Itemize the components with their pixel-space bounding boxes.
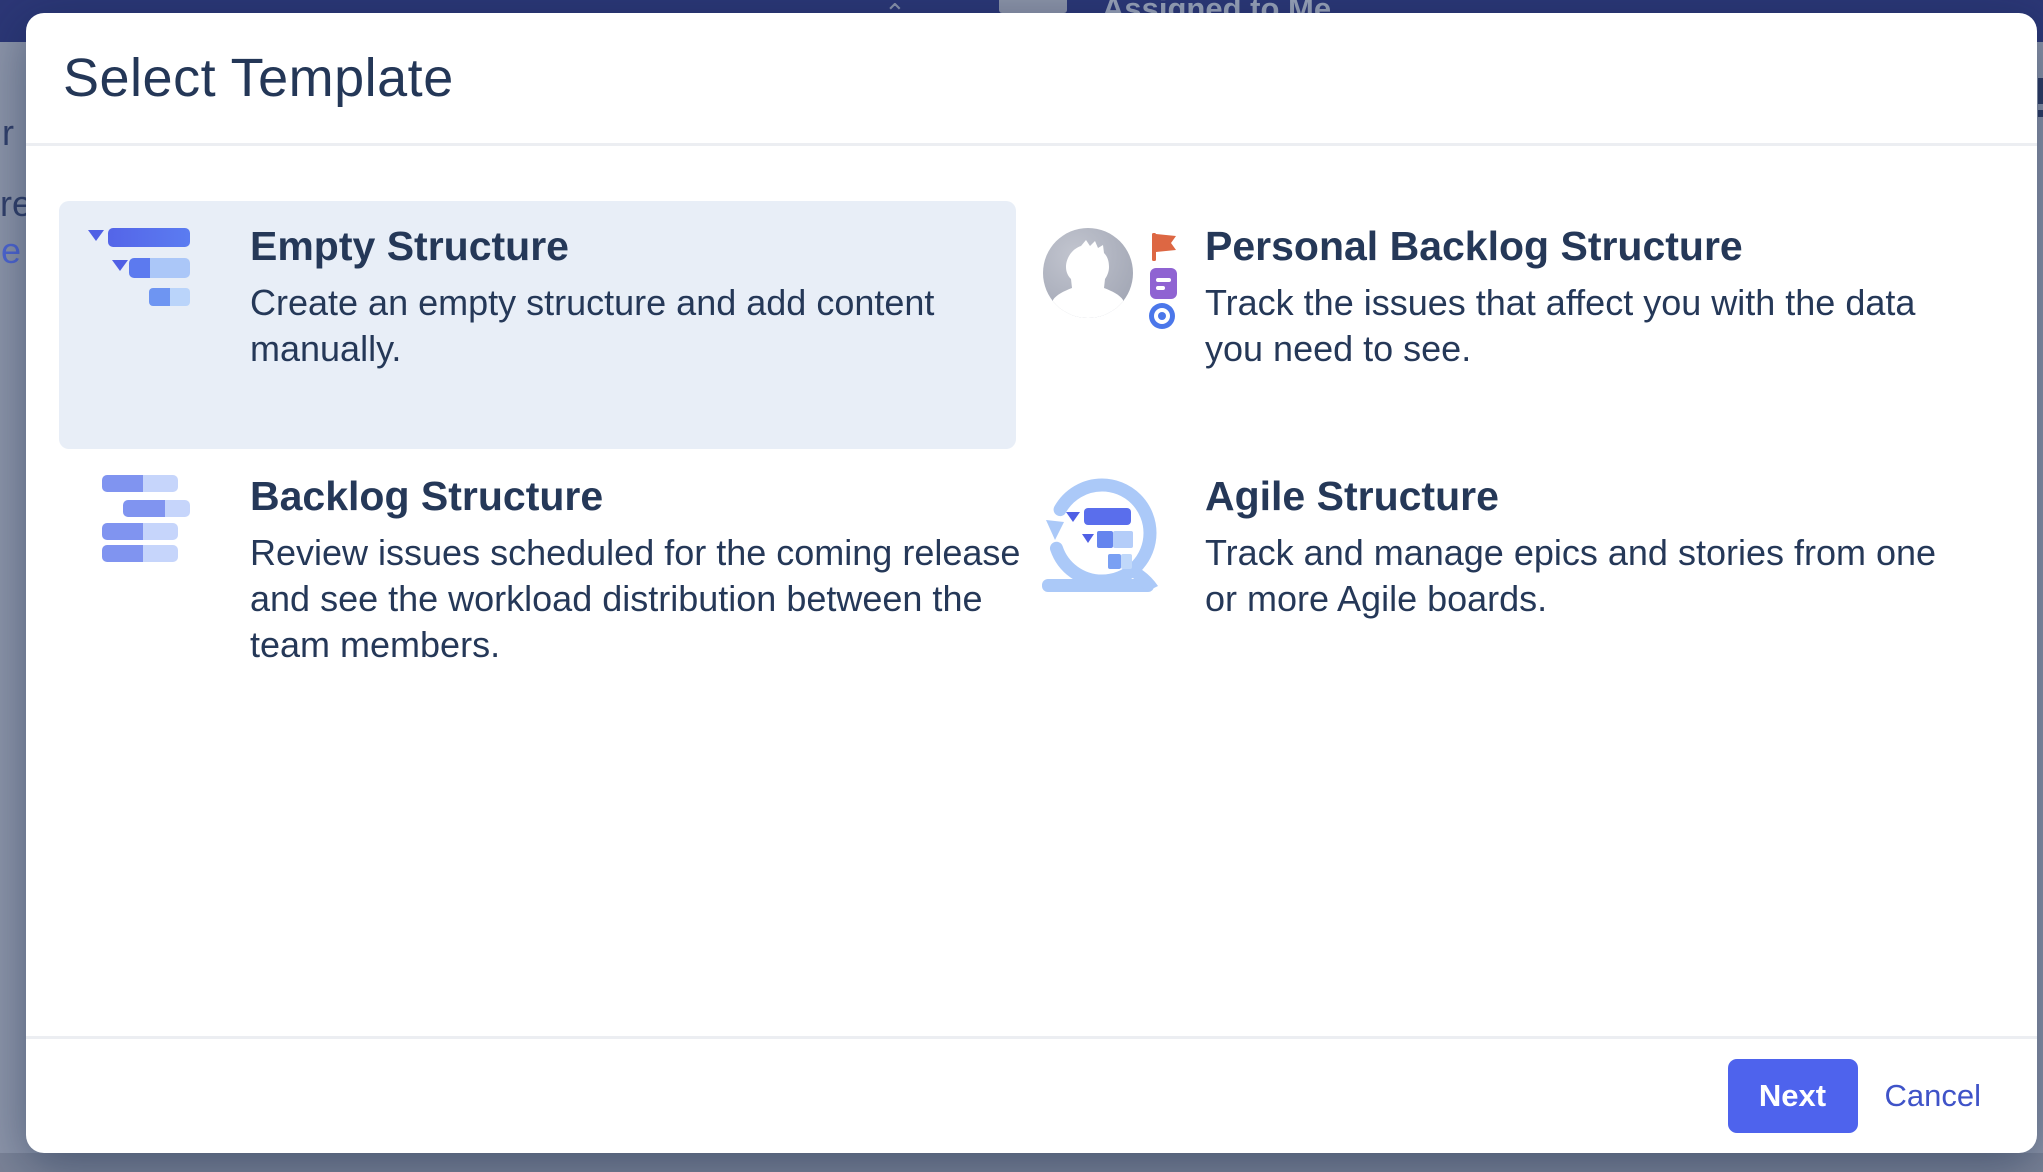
eye-icon (1147, 302, 1177, 330)
background-left-strip: r re e (0, 42, 26, 1153)
dialog-header: Select Template (26, 13, 2037, 146)
cancel-link[interactable]: Cancel (1885, 1078, 1982, 1114)
agile-sprint-cycle-icon (1040, 478, 1166, 598)
backlog-bars-icon (102, 475, 190, 562)
select-template-dialog: Select Template Empty Structure Create a… (26, 13, 2037, 1153)
screen: ⌃ ••• Assigned to Me r re e Select Templ… (0, 0, 2043, 1172)
template-title: Agile Structure (1205, 472, 1984, 520)
bg-text-fragment: re (0, 183, 26, 225)
template-card-backlog-structure[interactable]: Backlog Structure Review issues schedule… (59, 451, 1016, 699)
bg-link-fragment: e (1, 230, 21, 272)
background-bottom-strip (0, 1153, 2043, 1172)
template-title: Empty Structure (250, 222, 1016, 270)
dialog-title: Select Template (63, 47, 454, 109)
nav-button-fragment (999, 0, 1067, 13)
bg-exclamation-dot-fragment (2038, 110, 2043, 117)
template-card-personal-backlog-structure[interactable]: Personal Backlog Structure Track the iss… (1025, 201, 1984, 449)
structure-tree-icon (88, 228, 190, 306)
template-title: Backlog Structure (250, 472, 1016, 520)
template-description: Track the issues that affect you with th… (1205, 280, 2043, 372)
bg-text-fragment: r (2, 112, 14, 154)
flag-icon (1151, 233, 1177, 261)
template-description: Create an empty structure and add conten… (250, 280, 1100, 372)
template-description: Review issues scheduled for the coming r… (250, 530, 1100, 668)
template-description: Track and manage epics and stories from … (1205, 530, 2043, 622)
template-card-agile-structure[interactable]: Agile Structure Track and manage epics a… (1025, 451, 1984, 699)
template-title: Personal Backlog Structure (1205, 222, 1984, 270)
dialog-footer: Next Cancel (26, 1036, 2037, 1153)
bg-exclamation-fragment (2038, 78, 2043, 104)
next-button[interactable]: Next (1728, 1059, 1858, 1133)
template-grid: Empty Structure Create an empty structur… (59, 201, 1984, 699)
avatar-icon (1043, 228, 1133, 318)
epic-icon (1150, 268, 1177, 299)
template-card-empty-structure[interactable]: Empty Structure Create an empty structur… (59, 201, 1016, 449)
personal-backlog-icon (1043, 228, 1188, 332)
